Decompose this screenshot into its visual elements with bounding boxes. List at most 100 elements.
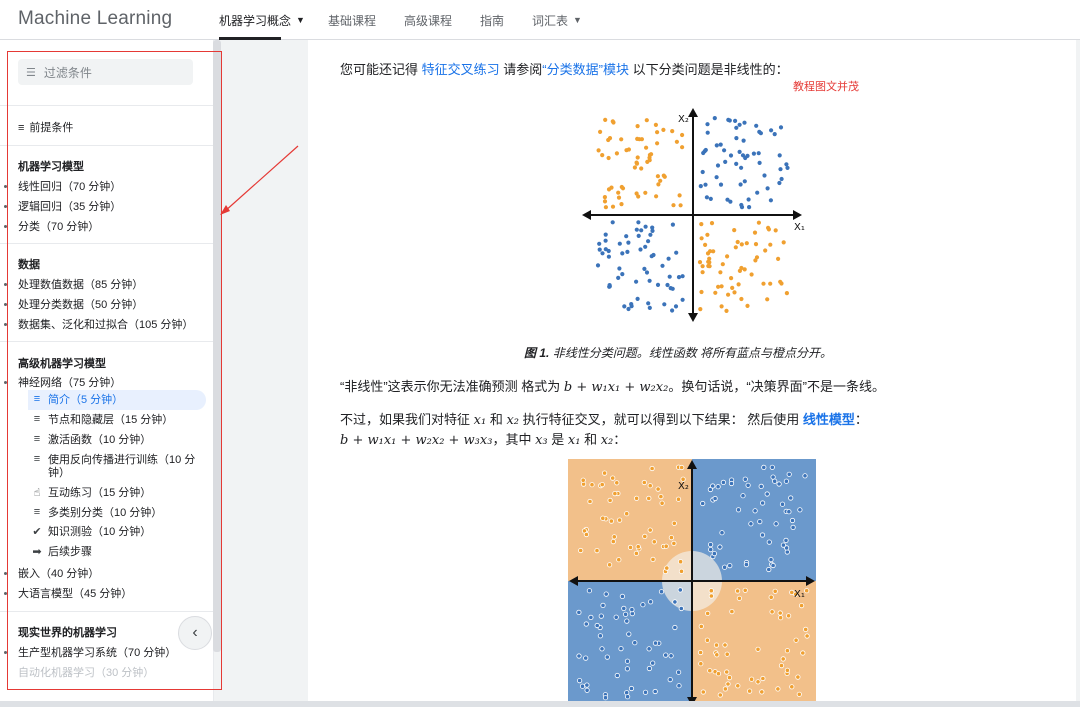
expand-bullet[interactable] xyxy=(4,592,7,595)
expand-bullet[interactable] xyxy=(4,205,7,208)
sidebar-item[interactable]: 嵌入（40 分钟） xyxy=(18,565,99,581)
data-point xyxy=(768,198,773,203)
sidebar-subitem[interactable]: 互动练习（15 分钟） xyxy=(48,487,151,500)
text: “非线性”这表示你无法准确预测 格式为 xyxy=(340,379,561,394)
nav-ml-concepts[interactable]: 机器学习概念 ▼ xyxy=(219,0,305,40)
paragraph-4: b + w₁x₁ + w₂x₂ + w₃x₃，其中 x₃ 是 x₁ 和 x₂： xyxy=(340,429,626,448)
data-point xyxy=(622,304,627,309)
data-point xyxy=(606,562,613,568)
linear-model-link[interactable]: 线性模型 xyxy=(803,412,855,427)
sidebar-item-faded[interactable]: 自动化机器学习（30 分钟） xyxy=(18,664,154,680)
sidebar-item-neural-networks[interactable]: 神经网络（75 分钟） xyxy=(18,374,121,390)
sidebar-item[interactable]: 处理分类数据（50 分钟） xyxy=(18,296,143,312)
y-axis-arrow xyxy=(688,108,698,117)
data-point xyxy=(620,251,625,256)
data-point xyxy=(758,483,764,489)
nav-basic-courses[interactable]: 基础课程 xyxy=(328,0,376,40)
sidebar-subitem[interactable]: 后续步骤 xyxy=(48,546,92,559)
data-point xyxy=(646,239,651,244)
data-point xyxy=(619,593,626,599)
data-point xyxy=(742,120,747,125)
page-scrollbar[interactable] xyxy=(1076,40,1080,707)
section-title: 现实世界的机器学习 xyxy=(18,627,117,639)
nav-glossary[interactable]: 词汇表 ▼ xyxy=(532,0,582,40)
data-point xyxy=(655,141,660,146)
expand-bullet[interactable] xyxy=(4,572,7,575)
data-point xyxy=(624,511,630,517)
nav-advanced-courses[interactable]: 高级课程 xyxy=(404,0,452,40)
sidebar-scrollbar[interactable] xyxy=(213,40,221,652)
sidebar-subitem-wrap[interactable]: 钟） xyxy=(48,467,70,480)
data-point xyxy=(708,593,714,599)
data-point xyxy=(675,496,682,502)
data-point xyxy=(629,607,635,613)
data-point xyxy=(634,279,639,284)
sidebar-item[interactable]: 处理数值数据（85 分钟） xyxy=(18,276,143,292)
sidebar-subitem[interactable]: 节点和隐藏层（15 分钟） xyxy=(48,414,173,427)
data-point xyxy=(775,686,781,692)
data-point xyxy=(742,587,748,593)
data-point xyxy=(793,637,799,643)
nav-label: 基础课程 xyxy=(328,13,377,28)
data-point xyxy=(611,534,617,540)
data-point xyxy=(768,557,774,563)
expand-bullet[interactable] xyxy=(4,303,7,306)
data-point xyxy=(734,136,739,141)
data-point xyxy=(668,653,674,659)
data-point xyxy=(607,283,612,288)
data-point xyxy=(769,609,775,615)
sidebar-item[interactable]: 线性回归（70 分钟） xyxy=(18,178,121,194)
expand-bullet[interactable] xyxy=(4,185,7,188)
check-icon: ✔ xyxy=(32,526,42,538)
data-point xyxy=(800,650,806,656)
sidebar-item[interactable]: 生产型机器学习系统（70 分钟） xyxy=(18,644,176,660)
categorical-data-link[interactable]: “分类数据”模块 xyxy=(542,62,629,77)
sidebar-subitem-intro[interactable]: 简介（5 分钟） xyxy=(48,394,123,407)
bottom-bar xyxy=(0,701,1080,707)
data-point xyxy=(734,125,739,130)
data-point xyxy=(666,256,671,261)
text: 是 xyxy=(551,432,565,447)
expand-bullet[interactable] xyxy=(4,225,7,228)
expand-bullet[interactable] xyxy=(4,323,7,326)
data-point xyxy=(603,238,608,243)
sidebar-subitem[interactable]: 使用反向传播进行训练（10 分 xyxy=(48,454,195,467)
data-point xyxy=(752,508,758,514)
data-point xyxy=(737,268,742,273)
lines-icon: ≡ xyxy=(33,506,41,518)
data-point xyxy=(733,118,738,123)
sidebar-item[interactable]: 逻辑回归（35 分钟） xyxy=(18,198,121,214)
collapse-sidebar-button[interactable]: ‹ xyxy=(178,616,212,650)
data-point xyxy=(602,199,608,204)
sidebar-item[interactable]: 大语言模型（45 分钟） xyxy=(18,585,132,601)
math-var: x₂ xyxy=(506,413,519,428)
filter-input[interactable]: ☰ 过滤条件 xyxy=(18,59,193,85)
sidebar-subitem[interactable]: 激活函数（10 分钟） xyxy=(48,434,151,447)
brand-logo[interactable]: Machine Learning xyxy=(18,8,172,30)
data-point xyxy=(641,479,647,486)
data-point xyxy=(672,624,678,631)
data-point xyxy=(727,118,732,123)
data-point xyxy=(718,182,724,187)
data-point xyxy=(667,274,672,279)
sidebar-subitem[interactable]: 知识测验（10 分钟） xyxy=(48,526,151,539)
sidebar-item-prereq[interactable]: ≡ 前提条件 xyxy=(18,119,73,135)
data-point xyxy=(701,150,706,156)
feature-cross-link[interactable]: 特征交叉练习 xyxy=(422,62,500,77)
data-point xyxy=(697,260,703,265)
data-point xyxy=(713,642,720,648)
text: 不过，如果我们对特征 xyxy=(340,412,471,427)
expand-bullet[interactable] xyxy=(4,651,7,654)
expand-bullet[interactable] xyxy=(4,283,7,286)
data-point xyxy=(756,220,761,225)
sidebar-item[interactable]: 分类（70 分钟） xyxy=(18,218,99,234)
expand-bullet[interactable] xyxy=(4,381,7,384)
data-point xyxy=(746,197,751,202)
data-point xyxy=(733,245,738,250)
data-point xyxy=(647,483,653,489)
sidebar-item[interactable]: 数据集、泛化和过拟合（105 分钟） xyxy=(18,316,193,332)
data-point xyxy=(711,551,717,557)
data-point xyxy=(739,242,744,247)
nav-guides[interactable]: 指南 xyxy=(480,0,504,40)
sidebar-subitem[interactable]: 多类别分类（10 分钟） xyxy=(48,507,162,520)
